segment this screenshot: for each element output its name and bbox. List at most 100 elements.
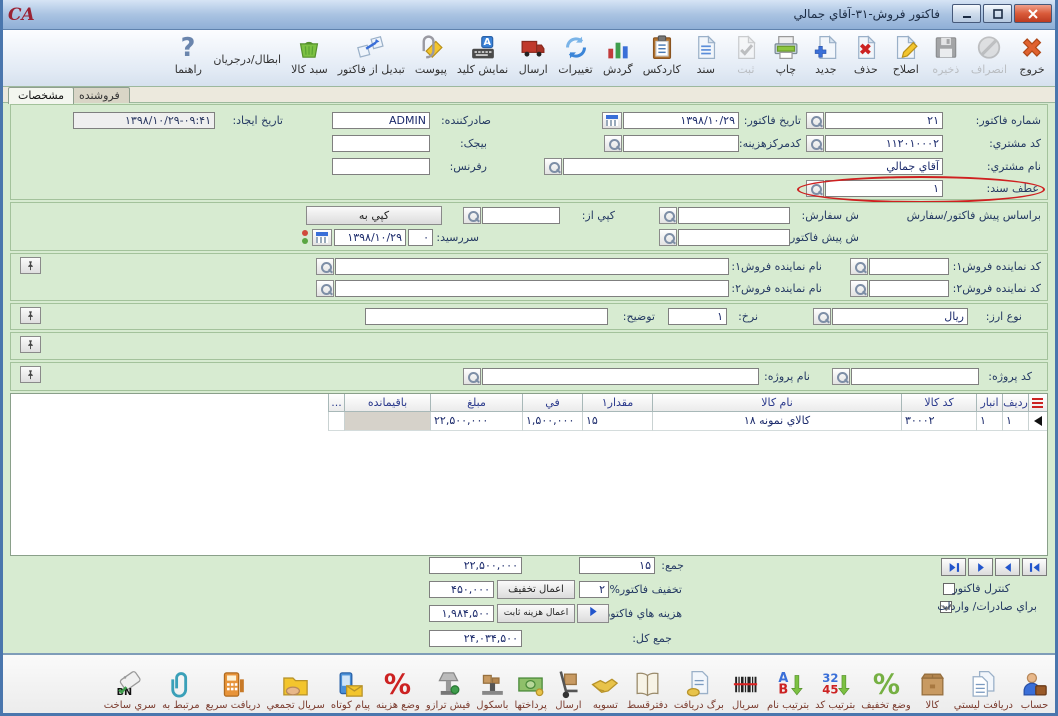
customer-name-search-icon[interactable]: [544, 158, 562, 175]
agent1-code-field[interactable]: [869, 258, 949, 275]
invoice-no-field[interactable]: ۲۱: [825, 112, 943, 129]
nav-prev-button[interactable]: [995, 558, 1020, 576]
customer-name-field[interactable]: آقاي جمالي: [563, 158, 943, 175]
toolbar-show-keys[interactable]: A نمايش کليد: [452, 32, 513, 86]
proforma-no-field[interactable]: [678, 229, 790, 246]
toolbar-cancel[interactable]: انصراف: [966, 32, 1012, 86]
btb-weighbridge[interactable]: باسکول: [473, 669, 511, 711]
nav-last-button[interactable]: [1022, 558, 1047, 576]
toolbar-void-inprogress[interactable]: ابطال/درجريان: [208, 32, 286, 86]
order-no-field[interactable]: [678, 207, 790, 224]
invoice-no-search-icon[interactable]: [806, 112, 824, 129]
currency-search-icon[interactable]: [813, 308, 831, 325]
order-no-search-icon[interactable]: [659, 207, 677, 224]
agent2-name-search-icon[interactable]: [316, 280, 334, 297]
btb-bulk-serial[interactable]: سريال تجمعي: [263, 669, 327, 711]
btb-sms[interactable]: پيام کوتاه: [328, 669, 373, 711]
cell-store[interactable]: ۱: [976, 412, 1002, 431]
note-field[interactable]: [365, 308, 608, 325]
tab-seller[interactable]: فروشنده: [69, 87, 130, 103]
toolbar-goods-basket[interactable]: سبد کالا: [286, 32, 333, 86]
copy-from-field[interactable]: [482, 207, 560, 224]
col-store[interactable]: انبار: [976, 394, 1002, 412]
agent1-code-search-icon[interactable]: [850, 258, 868, 275]
toolbar-kardex[interactable]: کاردکس: [638, 32, 686, 86]
agent1-name-search-icon[interactable]: [316, 258, 334, 275]
customer-code-field[interactable]: ۱۱۲۰۱۰۰۰۲: [825, 135, 943, 152]
toolbar-new[interactable]: جديد: [806, 32, 846, 86]
maximize-button[interactable]: [983, 4, 1012, 23]
reference-field[interactable]: [332, 158, 430, 175]
btb-payments[interactable]: پرداختها: [511, 669, 549, 711]
section-pin-button[interactable]: [20, 336, 41, 353]
close-button[interactable]: [1014, 4, 1052, 23]
apply-discount-button[interactable]: اعمال تخفيف: [497, 580, 575, 599]
col-item-code[interactable]: کد کالا: [901, 394, 976, 412]
bijak-field[interactable]: [332, 135, 430, 152]
btb-settlement[interactable]: تسويه: [587, 669, 624, 711]
cell-item-code[interactable]: ۳۰۰۰۲: [901, 412, 976, 431]
btb-account[interactable]: حساب: [1016, 669, 1053, 711]
col-row[interactable]: رديف: [1002, 394, 1028, 412]
btb-send[interactable]: ارسال: [550, 669, 587, 711]
btb-receive-sheet[interactable]: برگ دريافت: [671, 669, 727, 711]
col-remaining[interactable]: باقيمانده: [344, 394, 430, 412]
section-pin-button[interactable]: [20, 257, 41, 274]
nav-first-button[interactable]: [941, 558, 966, 576]
project-code-search-icon[interactable]: [832, 368, 850, 385]
toolbar-save[interactable]: ذخيره: [926, 32, 966, 86]
project-name-search-icon[interactable]: [463, 368, 481, 385]
invoice-date-field[interactable]: ۱۳۹۸/۱۰/۲۹: [623, 112, 739, 129]
due-status-dots-icon[interactable]: [300, 229, 309, 245]
toolbar-changes[interactable]: تغييرات: [553, 32, 598, 86]
copy-to-button[interactable]: کپي به: [306, 206, 442, 225]
section-pin-button[interactable]: [20, 307, 41, 324]
section-pin-button[interactable]: [20, 366, 41, 383]
grid-menu-cell[interactable]: [1028, 394, 1047, 412]
btb-list-receive[interactable]: دريافت ليستي: [951, 669, 1016, 711]
cell-amount[interactable]: ۲۲,۵۰۰,۰۰۰: [430, 412, 522, 431]
due-date-field[interactable]: ۱۳۹۸/۱۰/۲۹: [334, 229, 406, 246]
toolbar-edit[interactable]: اصلاح: [886, 32, 926, 86]
cell-qty[interactable]: ۱۵: [582, 412, 652, 431]
toolbar-delete[interactable]: حذف: [846, 32, 886, 86]
cost-center-field[interactable]: [623, 135, 739, 152]
col-more[interactable]: ...: [328, 394, 344, 412]
toolbar-print[interactable]: چاپ: [766, 32, 806, 86]
agent1-name-field[interactable]: [335, 258, 729, 275]
due-date-calendar-icon[interactable]: [312, 229, 332, 246]
rate-field[interactable]: ۱: [668, 308, 727, 325]
issuer-field[interactable]: ADMIN: [332, 112, 430, 129]
discount-pct-field[interactable]: ۲: [579, 581, 609, 598]
col-qty[interactable]: مقدار۱: [582, 394, 652, 412]
btb-sort-by-code[interactable]: 32 45 بترتيب کد: [812, 669, 858, 711]
btb-related-to[interactable]: مرتبط به: [159, 669, 203, 711]
col-item-name[interactable]: نام کالا: [652, 394, 901, 412]
toolbar-convert-from-invoice[interactable]: تبديل از فاکتور: [333, 32, 410, 86]
agent2-name-field[interactable]: [335, 280, 729, 297]
toolbar-circulation[interactable]: گردش: [598, 32, 638, 86]
col-unit-price[interactable]: في: [522, 394, 582, 412]
toolbar-attachment[interactable]: پيوست: [410, 32, 452, 86]
btb-scale-slip[interactable]: فيش ترازو: [423, 669, 473, 711]
due-days-field[interactable]: ۰: [408, 229, 433, 246]
copy-from-search-icon[interactable]: [463, 207, 481, 224]
btb-batch-series[interactable]: BN سري ساخت: [101, 669, 159, 711]
toolbar-document[interactable]: سند: [686, 32, 726, 86]
project-code-field[interactable]: [851, 368, 979, 385]
tab-details[interactable]: مشخصات: [8, 87, 75, 104]
currency-field[interactable]: ريال: [832, 308, 968, 325]
btb-goods[interactable]: کالا: [914, 669, 951, 711]
costs-expand-button[interactable]: [577, 604, 609, 623]
minimize-button[interactable]: [952, 4, 981, 23]
cell-row[interactable]: ۱: [1002, 412, 1028, 431]
col-amount[interactable]: مبلغ: [430, 394, 522, 412]
cell-item-name[interactable]: کالاي نمونه ۱۸: [652, 412, 901, 431]
toolbar-help[interactable]: ? راهنما: [168, 32, 208, 86]
btb-installment-book[interactable]: دفترقسط: [624, 669, 671, 711]
invoice-date-calendar-icon[interactable]: [602, 112, 622, 129]
btb-serial[interactable]: سريال: [727, 669, 764, 711]
project-name-field[interactable]: [482, 368, 759, 385]
apply-fixed-cost-button[interactable]: اعمال هزينه ثابت: [497, 604, 575, 623]
toolbar-submit[interactable]: ثبت: [726, 32, 766, 86]
